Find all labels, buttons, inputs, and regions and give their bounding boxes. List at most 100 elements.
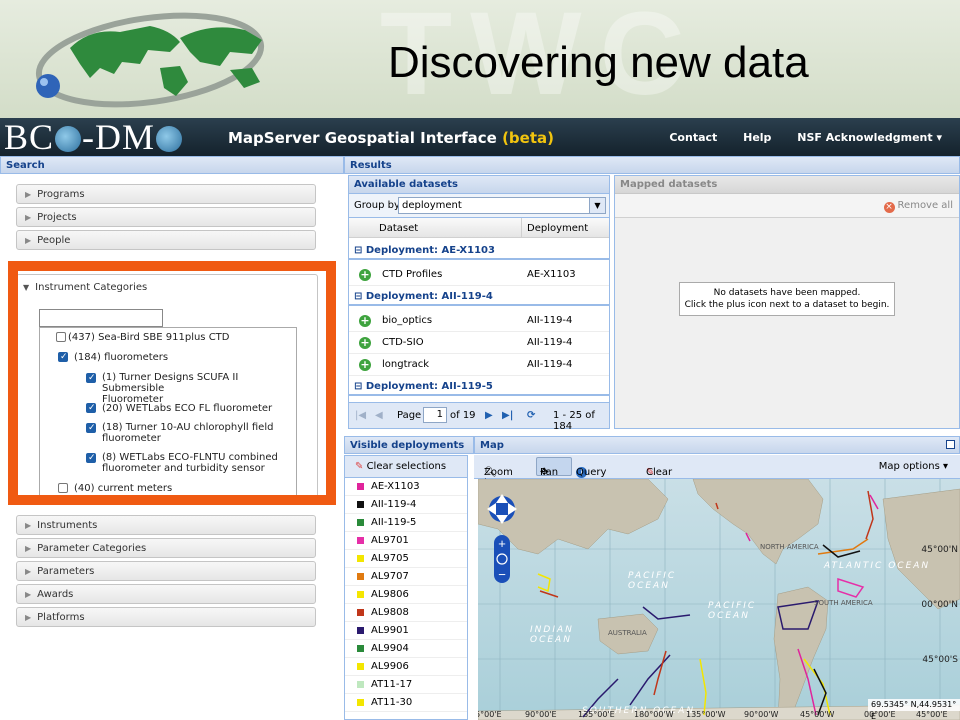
column-header-dataset[interactable]: Dataset bbox=[379, 223, 418, 234]
deployment-name: AL9707 bbox=[371, 571, 409, 582]
deployment-item[interactable]: AT11-17 bbox=[345, 676, 467, 694]
maximize-icon[interactable] bbox=[946, 440, 955, 449]
deployment-item[interactable]: AL9808 bbox=[345, 604, 467, 622]
table-row[interactable]: + CTD-SIO AII-119-4 bbox=[349, 332, 609, 354]
color-swatch bbox=[357, 699, 364, 706]
remove-all-button[interactable]: × Remove all bbox=[883, 200, 953, 213]
slide-header: TWC Discovering new data bbox=[0, 0, 960, 118]
nav-nsf-acknowledgment[interactable]: NSF Acknowledgment ▾ bbox=[797, 131, 942, 144]
section-people[interactable]: ▶ People bbox=[16, 230, 316, 250]
section-label: Awards bbox=[37, 589, 74, 600]
map-toolbar: 🔍︎Zoom in ✥Pan iQuery map ✎Clear query M… bbox=[474, 455, 960, 489]
section-platforms[interactable]: ▶ Platforms bbox=[16, 607, 316, 627]
section-label: People bbox=[37, 235, 71, 246]
page-number-input[interactable]: 1 bbox=[423, 407, 447, 423]
deployment-item[interactable]: AII-119-5 bbox=[345, 514, 467, 532]
deployment-item[interactable]: AL9904 bbox=[345, 640, 467, 658]
visible-deployments-panel: ✎ Clear selections AE-X1103 AII-119-4 AII-… bbox=[344, 455, 468, 720]
section-label: Platforms bbox=[37, 612, 85, 623]
first-page-icon[interactable]: |◀ bbox=[355, 410, 366, 421]
section-label: Projects bbox=[37, 212, 77, 223]
group-header[interactable]: ⊟ Deployment: AII-119-5 bbox=[349, 378, 609, 396]
next-page-icon[interactable]: ▶ bbox=[485, 410, 493, 421]
section-parameter-categories[interactable]: ▶ Parameter Categories bbox=[16, 538, 316, 558]
add-dataset-icon[interactable]: + bbox=[359, 315, 371, 327]
lat-label: 45°00'N bbox=[921, 545, 958, 555]
eraser-icon: ✎ bbox=[355, 461, 364, 472]
section-instruments[interactable]: ▶ Instruments bbox=[16, 515, 316, 535]
column-divider bbox=[521, 218, 522, 238]
deployment-item[interactable]: AT11-30 bbox=[345, 694, 467, 712]
group-title: Deployment: AE-X1103 bbox=[365, 245, 495, 256]
table-row[interactable]: + bio_optics AII-119-4 bbox=[349, 310, 609, 332]
mapped-toolbar: × Remove all bbox=[615, 194, 959, 218]
group-by-select[interactable]: deployment ▼ bbox=[398, 197, 606, 214]
lon-label: 00°00'E bbox=[864, 710, 896, 719]
lon-label: 135°00'E bbox=[578, 710, 615, 719]
clear-selections-button[interactable]: ✎ Clear selections bbox=[345, 456, 467, 478]
chevron-right-icon: ▶ bbox=[25, 213, 32, 222]
label-pacific-ocean-south: PACIFIC OCEAN bbox=[708, 601, 757, 621]
globe-logo-icon bbox=[35, 12, 265, 108]
deployment-item[interactable]: AE-X1103 bbox=[345, 478, 467, 496]
section-projects[interactable]: ▶ Projects bbox=[16, 207, 316, 227]
map-options-menu[interactable]: Map options ▾ bbox=[879, 461, 948, 472]
table-row[interactable]: + longtrack AII-119-4 bbox=[349, 354, 609, 376]
group-header[interactable]: ⊟ Deployment: AII-119-4 bbox=[349, 288, 609, 306]
deployment-item[interactable]: AL9705 bbox=[345, 550, 467, 568]
group-by-bar: Group by: deployment ▼ bbox=[349, 194, 609, 218]
chevron-down-icon[interactable]: ▼ bbox=[589, 198, 605, 213]
table-row[interactable]: + CTD Profiles AE-X1103 bbox=[349, 264, 609, 286]
add-dataset-icon[interactable]: + bbox=[359, 337, 371, 349]
tool-label: Pan bbox=[540, 467, 559, 478]
section-awards[interactable]: ▶ Awards bbox=[16, 584, 316, 604]
deployment-name: AL9906 bbox=[371, 661, 409, 672]
section-parameters[interactable]: ▶ Parameters bbox=[16, 561, 316, 581]
nav-help[interactable]: Help bbox=[743, 131, 771, 144]
lon-label: 135°00'W bbox=[686, 710, 726, 719]
chevron-right-icon: ▶ bbox=[25, 590, 32, 599]
label-pacific-ocean-north: PACIFIC OCEAN bbox=[628, 571, 677, 591]
deployment-item[interactable]: AII-119-4 bbox=[345, 496, 467, 514]
search-header: Search bbox=[0, 156, 344, 174]
refresh-icon[interactable]: ⟳ bbox=[527, 410, 535, 421]
color-swatch bbox=[357, 573, 364, 580]
label-atlantic-ocean: ATLANTIC OCEAN bbox=[824, 561, 931, 571]
group-header[interactable]: ⊟ Deployment: AE-X1103 bbox=[349, 242, 609, 260]
available-datasets-panel: Available datasets Group by: deployment ▼… bbox=[348, 175, 610, 432]
section-programs[interactable]: ▶ Programs bbox=[16, 184, 316, 204]
deployment-item[interactable]: AL9806 bbox=[345, 586, 467, 604]
deployment-item[interactable]: AL9701 bbox=[345, 532, 467, 550]
prev-page-icon[interactable]: ◀ bbox=[375, 410, 383, 421]
last-page-icon[interactable]: ▶| bbox=[502, 410, 513, 421]
section-label: Parameters bbox=[37, 566, 95, 577]
deployment-item[interactable]: AL9901 bbox=[345, 622, 467, 640]
dataset-name: CTD-SIO bbox=[382, 337, 424, 348]
app-title: MapServer Geospatial Interface (beta) bbox=[228, 118, 554, 158]
color-swatch bbox=[357, 645, 364, 652]
color-swatch bbox=[357, 483, 364, 490]
add-dataset-icon[interactable]: + bbox=[359, 359, 371, 371]
chevron-right-icon: ▶ bbox=[25, 190, 32, 199]
label-south-america: SOUTH AMERICA bbox=[814, 599, 873, 607]
add-dataset-icon[interactable]: + bbox=[359, 269, 371, 281]
deployment-name: AT11-17 bbox=[371, 679, 413, 690]
deployment-name: AII-119-4 bbox=[527, 315, 573, 326]
mapped-datasets-panel: Mapped datasets × Remove all No datasets … bbox=[614, 175, 960, 429]
nav-contact[interactable]: Contact bbox=[669, 131, 717, 144]
lon-label: 180°00'W bbox=[634, 710, 674, 719]
map-canvas[interactable]: + − NORTH AMERICA SOUTH AMERICA AUSTRALI… bbox=[478, 479, 960, 720]
deployment-item[interactable]: AL9906 bbox=[345, 658, 467, 676]
brand-logo: BC -DM bbox=[4, 118, 183, 156]
chevron-right-icon: ▶ bbox=[25, 236, 32, 245]
color-swatch bbox=[357, 537, 364, 544]
column-header-deployment[interactable]: Deployment bbox=[527, 223, 588, 234]
color-swatch bbox=[357, 627, 364, 634]
deployment-item[interactable]: AL9707 bbox=[345, 568, 467, 586]
visible-deployments-header: Visible deployments bbox=[344, 436, 474, 454]
lon-label: 90°00'E bbox=[525, 710, 557, 719]
color-swatch bbox=[357, 555, 364, 562]
color-swatch bbox=[357, 663, 364, 670]
deployment-name: AL9901 bbox=[371, 625, 409, 636]
chevron-right-icon: ▶ bbox=[25, 544, 32, 553]
